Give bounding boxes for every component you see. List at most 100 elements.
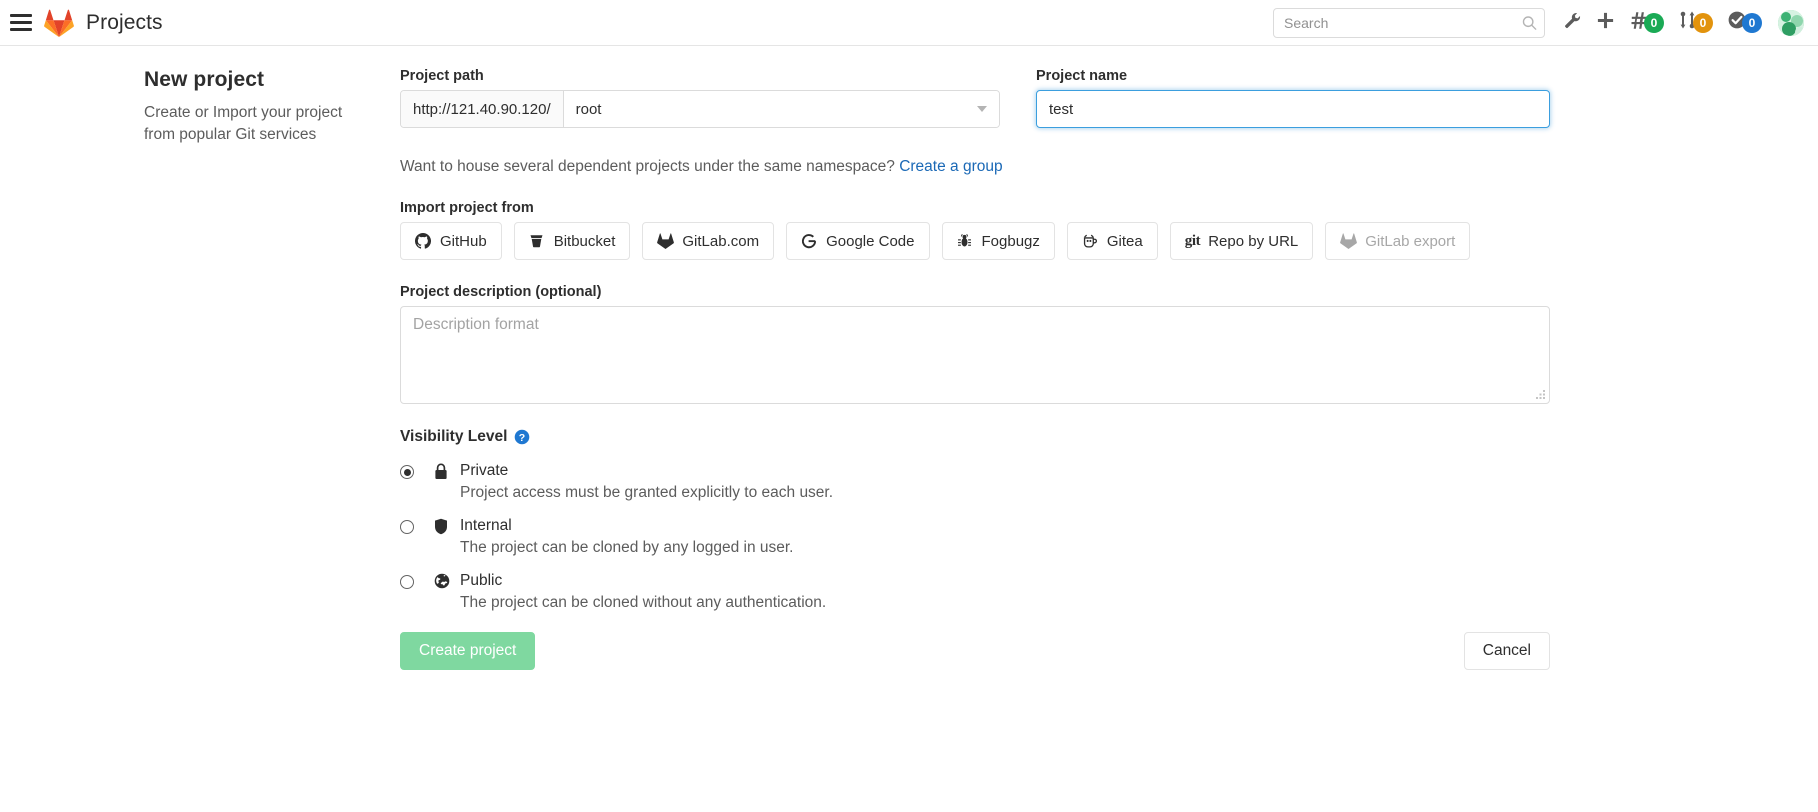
visibility-option-body: Internal The project can be cloned by an…	[434, 517, 793, 557]
page-body: New project Create or Import your projec…	[0, 46, 1818, 670]
issues-counter-button[interactable]: 0	[1629, 7, 1664, 39]
visibility-option-body: Private Project access must be granted e…	[434, 462, 833, 502]
issues-count-badge: 0	[1644, 13, 1664, 33]
import-button-label: GitHub	[440, 233, 487, 250]
visibility-option-private[interactable]: Private Project access must be granted e…	[400, 462, 1550, 502]
import-gitlab-com-button[interactable]: GitLab.com	[642, 222, 774, 260]
new-project-form: Project path http://121.40.90.120/ root …	[400, 68, 1660, 670]
import-button-label: Google Code	[826, 233, 914, 250]
project-name-label: Project name	[1036, 68, 1550, 84]
lock-icon	[434, 462, 450, 480]
visibility-option-header: Private	[434, 462, 833, 480]
merge-requests-count-badge: 0	[1693, 13, 1713, 33]
admin-wrench-button[interactable]	[1563, 7, 1582, 39]
visibility-option-header: Internal	[434, 517, 793, 535]
navbar-icon-group: 0 0	[1563, 7, 1808, 39]
namespace-hint-text: Want to house several dependent projects…	[400, 158, 895, 175]
merge-requests-counter-button[interactable]: 0	[1678, 7, 1713, 39]
question-circle-icon[interactable]: ?	[514, 429, 530, 445]
visibility-option-internal[interactable]: Internal The project can be cloned by an…	[400, 517, 1550, 557]
visibility-option-name: Private	[460, 462, 508, 480]
visibility-level-title: Visibility Level ?	[400, 428, 1550, 446]
project-path-input-group[interactable]: http://121.40.90.120/ root	[400, 90, 1000, 128]
cancel-button-wrapper: Cancel	[1464, 632, 1550, 670]
git-icon: git	[1185, 233, 1200, 250]
new-plus-button[interactable]	[1596, 7, 1615, 39]
visibility-option-public[interactable]: Public The project can be cloned without…	[400, 572, 1550, 612]
import-button-label: Repo by URL	[1208, 233, 1298, 250]
visibility-option-header: Public	[434, 572, 826, 590]
todos-counter-button[interactable]: 0	[1727, 7, 1762, 39]
new-project-subtitle: Create or Import your project from popul…	[144, 102, 370, 147]
import-bitbucket-button[interactable]: Bitbucket	[514, 222, 631, 260]
project-name-input[interactable]	[1036, 90, 1550, 128]
visibility-option-description: The project can be cloned by any logged …	[460, 539, 793, 557]
visibility-radio-private[interactable]	[400, 465, 414, 479]
project-path-field: Project path http://121.40.90.120/ root	[400, 68, 1000, 128]
import-fogbugz-button[interactable]: Fogbugz	[942, 222, 1055, 260]
globe-icon	[434, 572, 450, 590]
project-name-field: Project name	[1000, 68, 1550, 128]
import-button-label: Fogbugz	[982, 233, 1040, 250]
import-section-label: Import project from	[400, 200, 1550, 216]
import-button-label: Bitbucket	[554, 233, 616, 250]
namespace-hint: Want to house several dependent projects…	[400, 158, 1550, 176]
create-a-group-link[interactable]: Create a group	[899, 158, 1002, 175]
page-title: Projects	[86, 11, 163, 35]
new-project-intro: New project Create or Import your projec…	[0, 68, 400, 670]
new-project-heading: New project	[144, 68, 370, 92]
hamburger-bar	[10, 14, 32, 17]
project-description-wrapper	[400, 306, 1550, 404]
cancel-button[interactable]: Cancel	[1464, 632, 1550, 670]
project-description-section: Project description (optional)	[400, 284, 1550, 404]
import-button-label: Gitea	[1107, 233, 1143, 250]
hamburger-bar	[10, 28, 32, 31]
top-navbar: Projects	[0, 0, 1818, 46]
bitbucket-icon	[529, 233, 546, 250]
todos-count-badge: 0	[1742, 13, 1762, 33]
namespace-selected-value: root	[576, 101, 602, 118]
project-description-textarea[interactable]	[400, 306, 1550, 404]
user-avatar[interactable]	[1778, 10, 1804, 36]
search-input[interactable]	[1273, 8, 1545, 38]
create-project-button[interactable]: Create project	[400, 632, 535, 670]
shield-icon	[434, 517, 450, 535]
hamburger-icon[interactable]	[6, 8, 36, 38]
import-button-label: GitLab export	[1365, 233, 1455, 250]
hamburger-bar	[10, 21, 32, 24]
project-path-prefix: http://121.40.90.120/	[401, 91, 564, 127]
gitlab-icon	[657, 233, 674, 250]
import-button-label: GitLab.com	[682, 233, 759, 250]
visibility-option-name: Internal	[460, 517, 512, 535]
visibility-option-description: Project access must be granted explicitl…	[460, 484, 833, 502]
visibility-option-description: The project can be cloned without any au…	[460, 594, 826, 612]
visibility-option-name: Public	[460, 572, 502, 590]
import-google-code-button[interactable]: Google Code	[786, 222, 929, 260]
svg-text:?: ?	[519, 432, 525, 444]
form-actions-row: Create project Cancel	[400, 632, 1550, 670]
gitlab-logo-icon[interactable]	[44, 8, 74, 38]
gitlab-icon	[1340, 233, 1357, 250]
visibility-option-body: Public The project can be cloned without…	[434, 572, 826, 612]
visibility-radio-public[interactable]	[400, 575, 414, 589]
google-icon	[801, 233, 818, 250]
search-box[interactable]	[1273, 8, 1545, 38]
visibility-level-section: Visibility Level ?	[400, 428, 1550, 612]
namespace-select[interactable]: root	[564, 91, 999, 127]
visibility-radio-internal[interactable]	[400, 520, 414, 534]
import-section: Import project from GitHub	[400, 200, 1550, 260]
path-and-name-row: Project path http://121.40.90.120/ root …	[400, 68, 1550, 128]
gitea-icon	[1082, 233, 1099, 250]
import-github-button[interactable]: GitHub	[400, 222, 502, 260]
github-icon	[415, 233, 432, 250]
project-path-label: Project path	[400, 68, 1000, 84]
plus-icon	[1596, 11, 1615, 35]
visibility-level-label: Visibility Level	[400, 428, 507, 446]
bug-icon	[957, 233, 974, 250]
project-description-label: Project description (optional)	[400, 284, 1550, 300]
import-gitea-button[interactable]: Gitea	[1067, 222, 1158, 260]
import-gitlab-export-button[interactable]: GitLab export	[1325, 222, 1470, 260]
chevron-down-icon	[977, 106, 987, 112]
wrench-icon	[1563, 11, 1582, 35]
import-repo-by-url-button[interactable]: git Repo by URL	[1170, 222, 1314, 260]
